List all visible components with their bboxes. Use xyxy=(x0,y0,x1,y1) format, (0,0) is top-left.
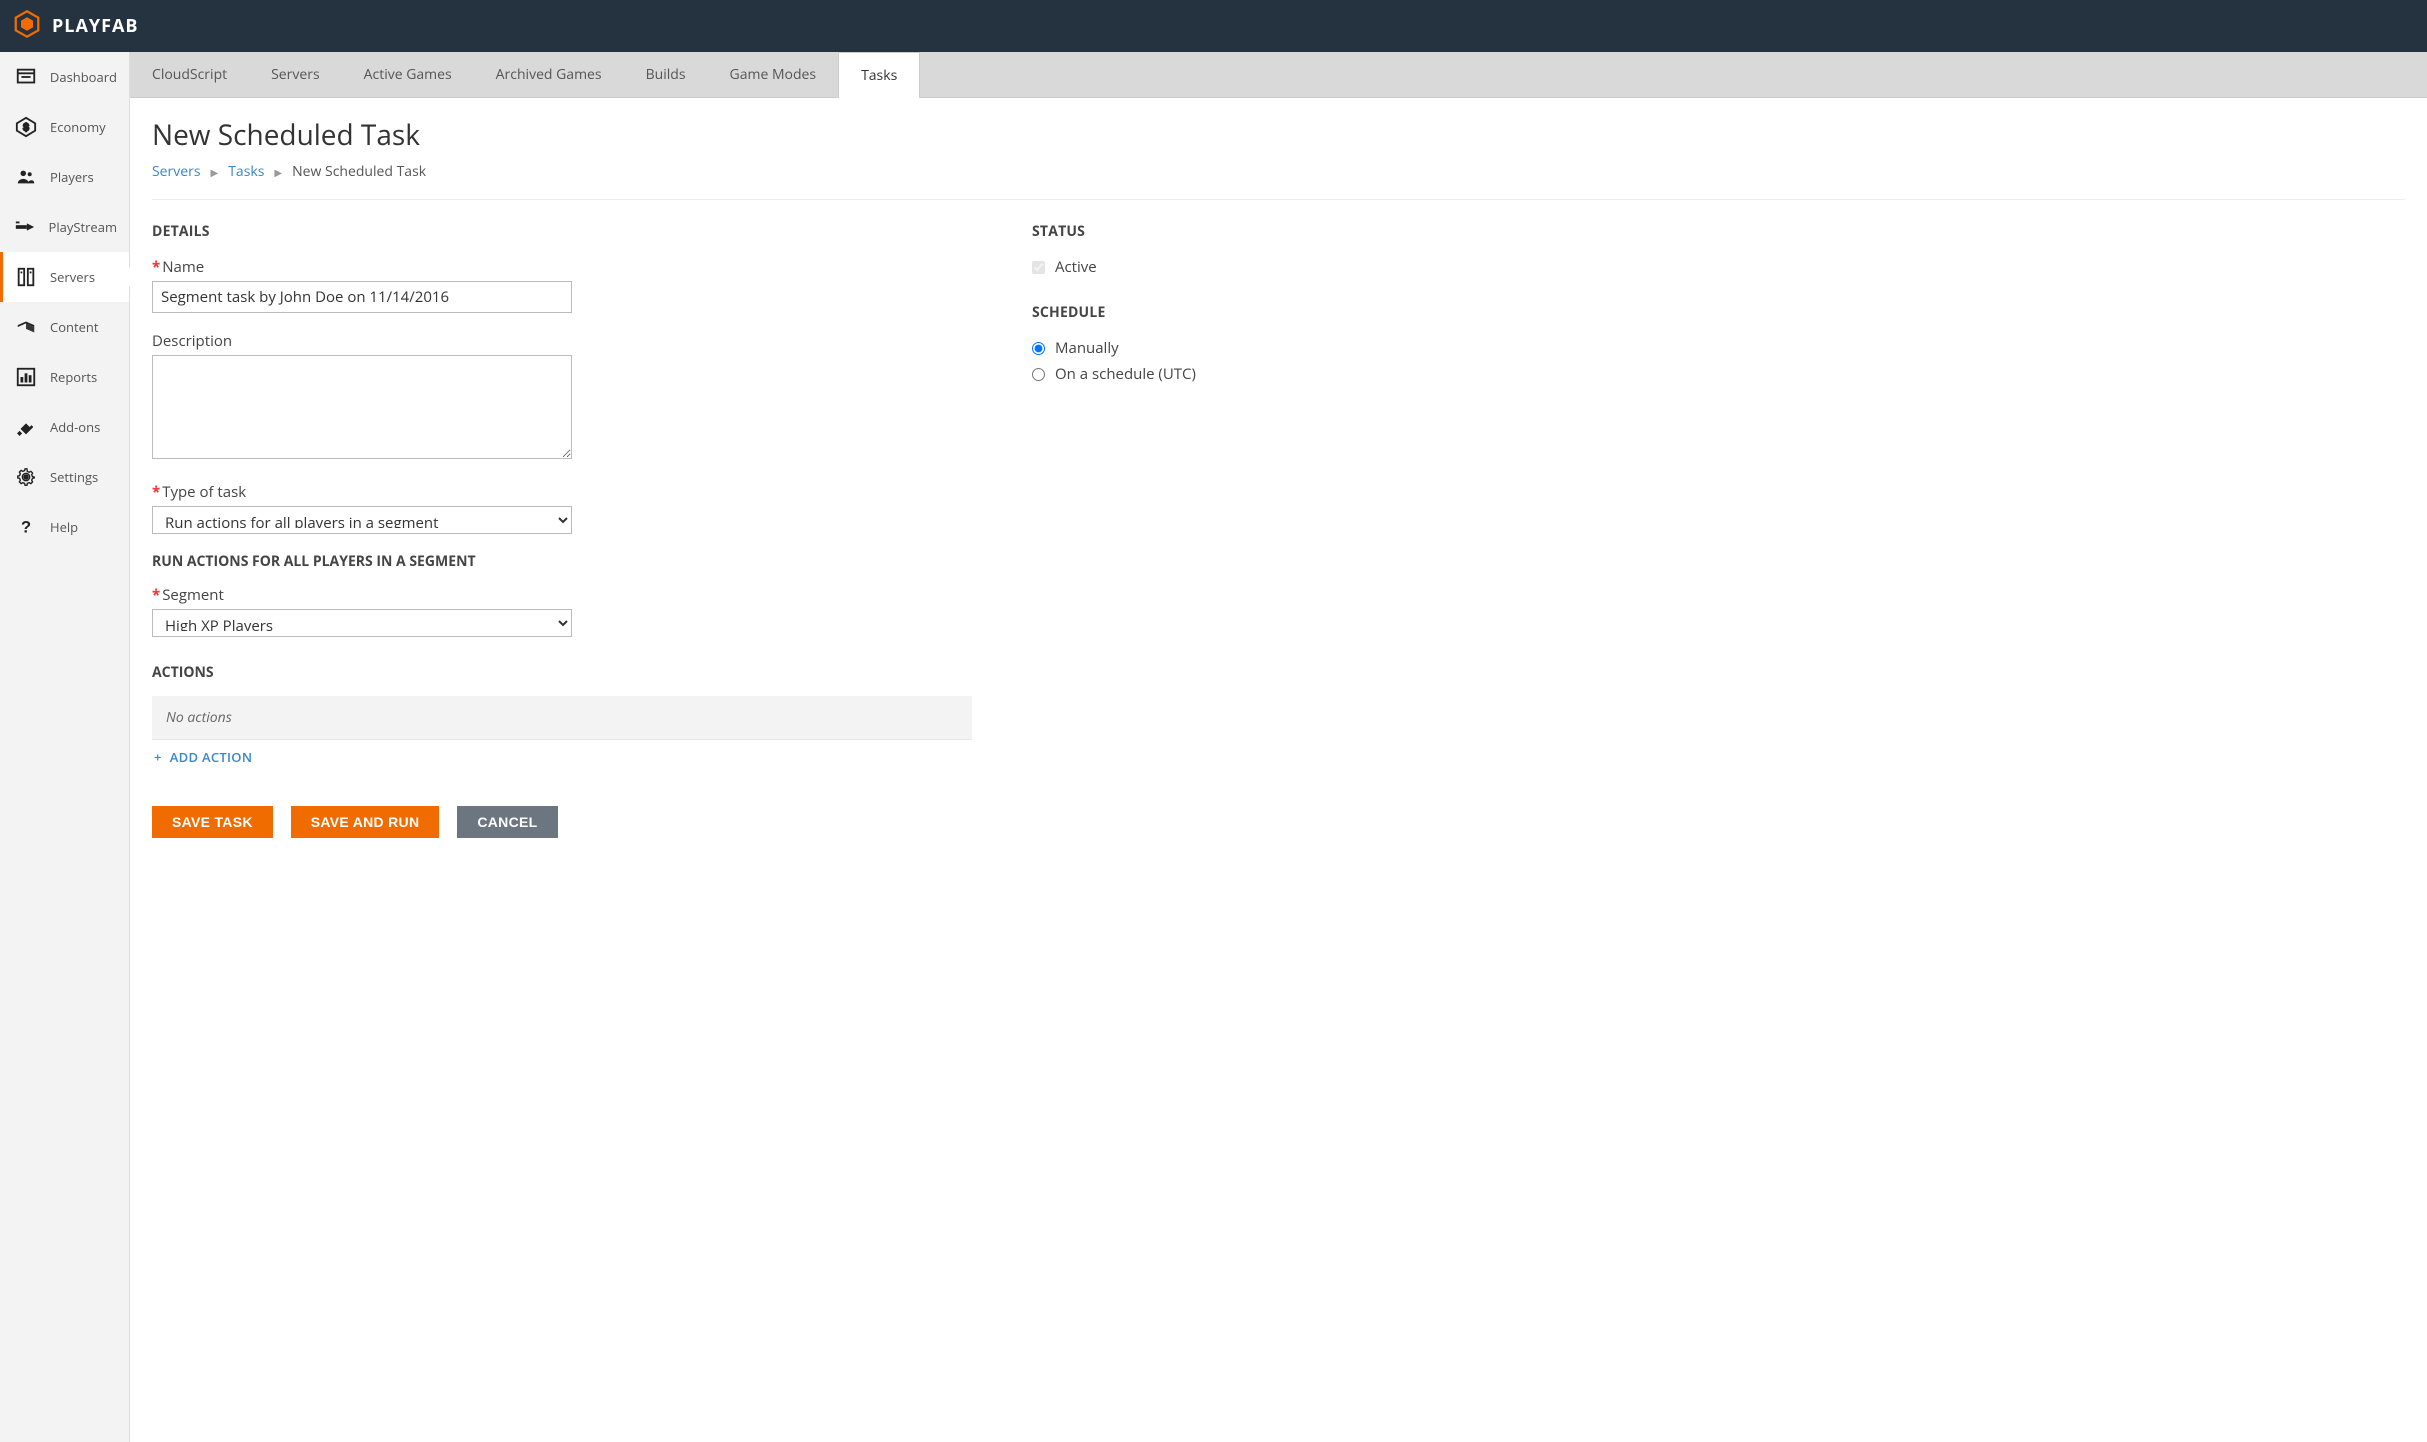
task-type-select[interactable]: Run actions for all players in a segment xyxy=(152,506,572,534)
sidebar-item-players[interactable]: Players xyxy=(0,152,129,202)
tab-label: Active Games xyxy=(364,65,452,84)
tab-label: Tasks xyxy=(861,66,897,85)
add-action-label: ADD ACTION xyxy=(170,748,253,766)
sidebar-item-label: Servers xyxy=(50,268,95,286)
tab-active-games[interactable]: Active Games xyxy=(342,52,474,97)
tab-archived-games[interactable]: Archived Games xyxy=(474,52,624,97)
name-input[interactable] xyxy=(152,281,572,313)
sidebar-item-addons[interactable]: Add-ons xyxy=(0,402,129,452)
sidebar-item-content[interactable]: Content xyxy=(0,302,129,352)
tab-builds[interactable]: Builds xyxy=(624,52,708,97)
schedule-heading: SCHEDULE xyxy=(1032,303,1292,322)
main: CloudScript Servers Active Games Archive… xyxy=(130,52,2427,1442)
sidebar-item-dashboard[interactable]: Dashboard xyxy=(0,52,129,102)
tab-label: Servers xyxy=(271,65,320,84)
topbar: PLAYFAB xyxy=(0,0,2427,52)
sidebar-item-label: Help xyxy=(50,518,78,536)
plus-icon: + xyxy=(154,748,162,766)
sidebar-item-label: PlayStream xyxy=(49,218,117,236)
sidebar-item-label: Players xyxy=(50,168,94,186)
description-textarea[interactable] xyxy=(152,355,572,459)
breadcrumb-link-tasks[interactable]: Tasks xyxy=(228,162,264,181)
task-type-label: *Type of task xyxy=(152,482,972,502)
tab-label: Builds xyxy=(646,65,686,84)
players-icon xyxy=(14,166,38,188)
economy-icon: $ xyxy=(14,116,38,138)
brand-name: PLAYFAB xyxy=(52,14,139,38)
active-label: Active xyxy=(1055,257,1097,277)
tab-tasks[interactable]: Tasks xyxy=(838,52,920,98)
schedule-option-label: On a schedule (UTC) xyxy=(1055,364,1196,384)
tab-label: Game Modes xyxy=(730,65,817,84)
description-label: Description xyxy=(152,331,972,351)
breadcrumb-current: New Scheduled Task xyxy=(292,162,426,181)
segment-label: *Segment xyxy=(152,585,972,605)
page-title: New Scheduled Task xyxy=(152,116,2405,154)
status-heading: STATUS xyxy=(1032,222,1292,241)
sidebar-item-label: Economy xyxy=(50,118,106,136)
brand-logo[interactable]: PLAYFAB xyxy=(12,9,139,44)
sidebar-item-help[interactable]: ? Help xyxy=(0,502,129,552)
playfab-hex-icon xyxy=(12,9,42,44)
help-icon: ? xyxy=(14,516,38,538)
tab-label: Archived Games xyxy=(496,65,602,84)
run-actions-subheading: RUN ACTIONS FOR ALL PLAYERS IN A SEGMENT xyxy=(152,552,972,571)
schedule-utc-radio[interactable] xyxy=(1032,368,1045,381)
sidebar-item-settings[interactable]: Settings xyxy=(0,452,129,502)
actions-empty-message: No actions xyxy=(152,696,972,740)
svg-text:$: $ xyxy=(23,123,29,134)
breadcrumb: Servers ▶ Tasks ▶ New Scheduled Task xyxy=(152,162,2405,200)
svg-text:?: ? xyxy=(21,519,31,537)
chevron-right-icon: ▶ xyxy=(211,165,219,179)
servers-icon xyxy=(14,266,38,288)
save-task-button[interactable]: SAVE TASK xyxy=(152,806,273,838)
add-action-button[interactable]: + ADD ACTION xyxy=(152,740,972,766)
gear-icon xyxy=(14,466,38,488)
tab-label: CloudScript xyxy=(152,65,227,84)
chevron-right-icon: ▶ xyxy=(274,165,282,179)
sidebar-item-servers[interactable]: Servers xyxy=(0,252,129,302)
sidebar-item-label: Dashboard xyxy=(50,68,117,86)
tab-cloudscript[interactable]: CloudScript xyxy=(130,52,249,97)
tab-servers[interactable]: Servers xyxy=(249,52,342,97)
addons-icon xyxy=(14,416,38,438)
name-label: *Name xyxy=(152,257,972,277)
cancel-button[interactable]: CANCEL xyxy=(457,806,557,838)
details-heading: DETAILS xyxy=(152,222,972,241)
schedule-manually-radio[interactable] xyxy=(1032,342,1045,355)
sidebar: Dashboard $ Economy Players PlayStream S… xyxy=(0,52,130,1442)
sidebar-item-label: Add-ons xyxy=(50,418,100,436)
sidebar-item-economy[interactable]: $ Economy xyxy=(0,102,129,152)
breadcrumb-link-servers[interactable]: Servers xyxy=(152,162,201,181)
active-checkbox[interactable] xyxy=(1032,261,1045,274)
tabs: CloudScript Servers Active Games Archive… xyxy=(130,52,2427,98)
dashboard-icon xyxy=(14,66,38,88)
tab-game-modes[interactable]: Game Modes xyxy=(708,52,839,97)
sidebar-item-playstream[interactable]: PlayStream xyxy=(0,202,129,252)
sidebar-item-label: Content xyxy=(50,318,99,336)
actions-heading: ACTIONS xyxy=(152,663,972,682)
playstream-icon xyxy=(14,216,37,238)
sidebar-item-label: Reports xyxy=(50,368,97,386)
schedule-option-label: Manually xyxy=(1055,338,1119,358)
segment-select[interactable]: High XP Players xyxy=(152,609,572,637)
content-icon xyxy=(14,316,38,338)
sidebar-item-reports[interactable]: Reports xyxy=(0,352,129,402)
reports-icon xyxy=(14,366,38,388)
save-and-run-button[interactable]: SAVE AND RUN xyxy=(291,806,440,838)
sidebar-item-label: Settings xyxy=(50,468,98,486)
